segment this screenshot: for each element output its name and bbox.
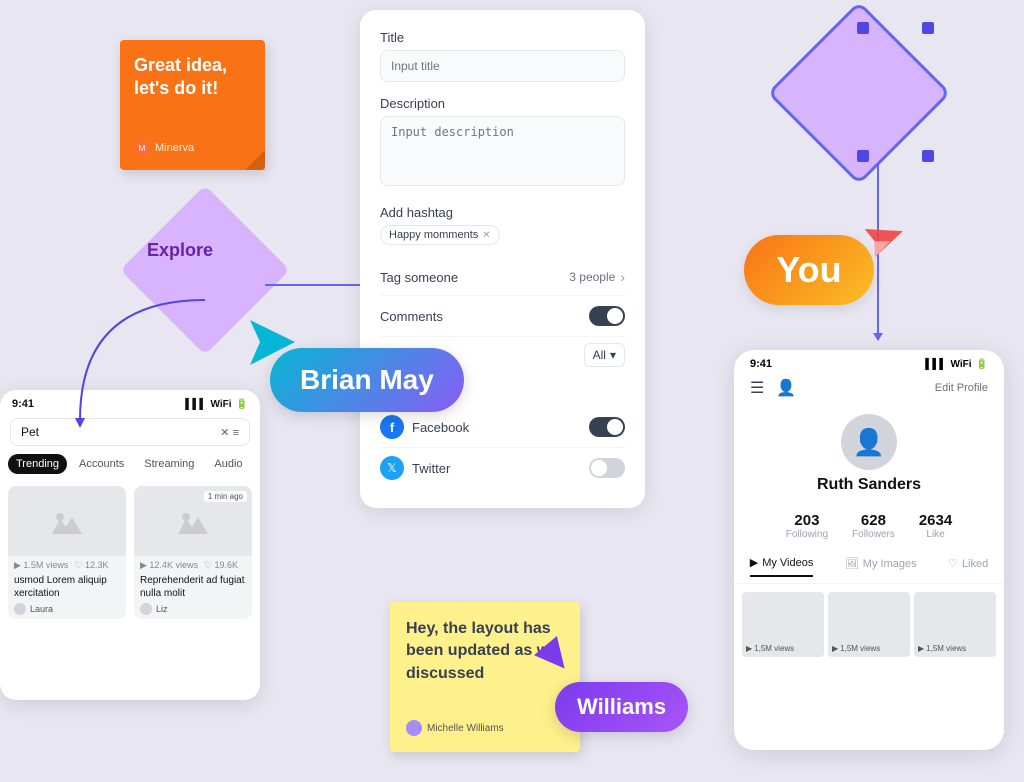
card-info-2: ▶ 12.4K views ♡ 19.6K Reprehenderit ad f… <box>134 556 252 619</box>
williams-bubble: Williams <box>555 682 688 732</box>
person-icon[interactable]: 👤 <box>776 378 796 398</box>
tab-trending[interactable]: Trending <box>8 454 67 474</box>
comments-toggle[interactable] <box>589 306 625 326</box>
sticky-note-orange-author: M Minerva <box>134 140 251 156</box>
status-icons-right: ▌▌▌ WiFi 🔋 <box>925 358 988 370</box>
search-clear-icon[interactable]: ✕ ≡ <box>220 426 239 439</box>
michelle-avatar <box>406 720 422 736</box>
card-meta-2: ▶ 12.4K views ♡ 19.6K <box>140 560 246 571</box>
profile-status-bar: 9:41 ▌▌▌ WiFi 🔋 <box>734 350 1004 374</box>
twitter-icon: 𝕏 <box>380 456 404 480</box>
profile-tabs-row: ▶ My Videos 🖼 My Images ♡ Liked <box>734 550 1004 584</box>
facebook-row: f Facebook <box>380 407 625 448</box>
video-thumb-1[interactable]: ▶1,5M views <box>742 592 824 657</box>
all-dropdown[interactable]: All ▾ <box>584 343 625 367</box>
chevron-down-icon: ▾ <box>610 348 616 362</box>
profile-stats: 203 Following 628 Followers 2634 Like <box>734 502 1004 550</box>
tab-my-images[interactable]: 🖼 My Images <box>845 556 917 577</box>
hashtag-group: Add hashtag Happy momments ✕ <box>380 205 625 245</box>
comments-row: Comments <box>380 296 625 337</box>
tab-liked[interactable]: ♡ Liked <box>948 556 988 577</box>
hashtag-remove-icon[interactable]: ✕ <box>482 230 490 241</box>
twitter-row: 𝕏 Twitter <box>380 448 625 488</box>
facebook-toggle[interactable] <box>589 417 625 437</box>
description-input[interactable] <box>380 116 625 186</box>
hamburger-icon[interactable]: ☰ <box>750 378 764 398</box>
twitter-toggle[interactable] <box>589 458 625 478</box>
facebook-icon: f <box>380 415 404 439</box>
tab-streaming[interactable]: Streaming <box>136 454 202 474</box>
you-bubble: You <box>744 235 874 305</box>
cyan-arrow-icon <box>250 320 295 365</box>
tag-someone-row[interactable]: Tag someone 3 people › <box>380 259 625 296</box>
video-thumb-2[interactable]: ▶1,5M views <box>828 592 910 657</box>
video-views-1: ▶1,5M views <box>746 644 820 653</box>
card-author-1: Laura <box>14 603 120 615</box>
mobile-app-left: 9:41 ▌▌▌ WiFi 🔋 Pet ✕ ≡ Trending Account… <box>0 390 260 700</box>
card-image-2: 1 min ago <box>134 486 252 556</box>
handle-top-left <box>857 22 869 34</box>
stat-likes: 2634 Like <box>919 512 952 540</box>
video-grid: ▶1,5M views ▶1,5M views ▶1,5M views <box>734 584 1004 665</box>
card-image-1 <box>8 486 126 556</box>
video-views-2: ▶1,5M views <box>832 644 906 653</box>
comments-label: Comments <box>380 309 443 324</box>
brian-may-bubble: Brian May <box>270 348 464 412</box>
card-author-2: Liz <box>140 603 246 615</box>
play-icon: ▶ <box>750 556 758 569</box>
facebook-name: f Facebook <box>380 415 469 439</box>
profile-avatar: 👤 <box>841 414 897 470</box>
tag-someone-label: Tag someone <box>380 270 458 285</box>
tag-someone-value: 3 people › <box>569 269 625 285</box>
status-icons-left: ▌▌▌ WiFi 🔋 <box>185 398 248 410</box>
heart-icon: ♡ <box>948 557 958 570</box>
stat-followers: 628 Followers <box>852 512 895 540</box>
video-thumb-3[interactable]: ▶1,5M views <box>914 592 996 657</box>
tab-audio[interactable]: Audio <box>206 454 250 474</box>
mobile-app-right: 9:41 ▌▌▌ WiFi 🔋 ☰ 👤 Edit Profile 👤 Ruth … <box>734 350 1004 750</box>
tab-accounts[interactable]: Accounts <box>71 454 132 474</box>
title-group: Title <box>380 30 625 82</box>
nav-icons: ☰ 👤 <box>750 378 796 398</box>
handle-bottom-left <box>857 150 869 162</box>
form-card: Title Description Add hashtag Happy momm… <box>360 10 645 508</box>
status-bar-left: 9:41 ▌▌▌ WiFi 🔋 <box>0 390 260 414</box>
card-info-1: ▶ 1.5M views ♡ 12.3K usmod Lorem aliquip… <box>8 556 126 619</box>
handle-bottom-right <box>922 150 934 162</box>
content-card-2[interactable]: 1 min ago ▶ 12.4K views ♡ 19.6K Reprehen… <box>134 486 252 619</box>
profile-avatar-area: 👤 Ruth Sanders <box>734 406 1004 502</box>
twitter-name: 𝕏 Twitter <box>380 456 450 480</box>
sticky-note-yellow: Hey, the layout has been updated as we d… <box>390 602 580 752</box>
paper-plane-icon <box>864 218 904 258</box>
description-group: Description <box>380 96 625 191</box>
card-meta-1: ▶ 1.5M views ♡ 12.3K <box>14 560 120 571</box>
yellow-note-author: Michelle Williams <box>406 720 564 736</box>
sticky-note-orange: Great idea, let's do it! M Minerva <box>120 40 265 170</box>
search-bar-left[interactable]: Pet ✕ ≡ <box>10 418 250 446</box>
edit-profile-button[interactable]: Edit Profile <box>935 382 988 394</box>
image-icon: 🖼 <box>845 557 859 570</box>
hashtag-label: Add hashtag <box>380 205 625 220</box>
explore-arrow <box>265 284 375 286</box>
sticky-note-orange-text: Great idea, let's do it! <box>134 54 251 101</box>
title-label: Title <box>380 30 625 45</box>
hashtag-chip[interactable]: Happy momments ✕ <box>380 225 500 245</box>
profile-name: Ruth Sanders <box>817 476 921 494</box>
chevron-right-icon: › <box>620 269 625 285</box>
explore-label[interactable]: Explore <box>147 240 213 261</box>
minerva-avatar: M <box>134 140 150 156</box>
profile-nav: ☰ 👤 Edit Profile <box>734 374 1004 406</box>
tab-my-videos[interactable]: ▶ My Videos <box>750 556 814 577</box>
mobile-tabs: Trending Accounts Streaming Audio <box>0 450 260 478</box>
stat-following: 203 Following <box>786 512 828 540</box>
content-grid: ▶ 1.5M views ♡ 12.3K usmod Lorem aliquip… <box>0 478 260 627</box>
video-views-3: ▶1,5M views <box>918 644 992 653</box>
content-card-1[interactable]: ▶ 1.5M views ♡ 12.3K usmod Lorem aliquip… <box>8 486 126 619</box>
description-label: Description <box>380 96 625 111</box>
handle-top-right <box>922 22 934 34</box>
title-input[interactable] <box>380 50 625 82</box>
